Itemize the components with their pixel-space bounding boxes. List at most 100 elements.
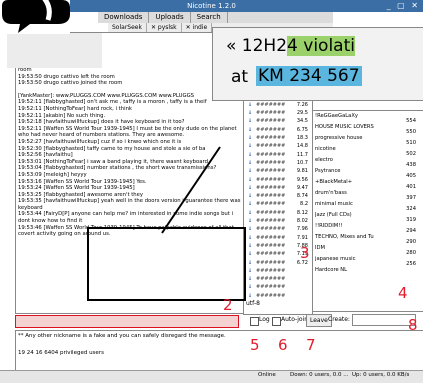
user-name: ####### [256, 168, 286, 175]
user-files: 18.3 [296, 135, 308, 142]
room-row[interactable]: minimal music324 [313, 199, 423, 212]
room-row[interactable]: HOUSE MUSIC LOVERS550 [313, 122, 423, 135]
main-tabs: Downloads Uploads Search [98, 12, 333, 23]
user-row[interactable]: ↓ ####### 10.7 [244, 159, 312, 167]
autojoin-checkbox[interactable] [272, 317, 281, 326]
overlay-line1-highlight: 4 violati [287, 36, 355, 56]
user-name: ####### [256, 251, 286, 258]
user-name: ####### [256, 201, 286, 208]
chat-input[interactable] [15, 315, 239, 328]
user-name: ####### [256, 209, 286, 216]
room-row[interactable]: +BlackMetal+401 [313, 177, 423, 190]
log-checkbox[interactable] [250, 317, 259, 326]
create-room-input[interactable] [352, 314, 416, 326]
user-files: 8.2 [300, 201, 308, 208]
user-row[interactable]: ↓ ####### 8.2 [244, 200, 312, 208]
user-files: 9.47 [296, 184, 308, 191]
highlight-box [87, 227, 246, 301]
room-list[interactable]: !ReGGaeGaLaXy554 HOUSE MUSIC LOVERS550 pro… [312, 110, 423, 312]
download-arrow-icon: ↓ [247, 143, 253, 150]
user-row[interactable]: ↓ ####### 6.75 [244, 126, 312, 134]
user-files: 9.56 [296, 176, 308, 183]
download-arrow-icon: ↓ [247, 151, 253, 158]
download-arrow-icon: ↓ [247, 101, 253, 108]
window-controls[interactable]: _ ▢ ✕ [387, 1, 420, 10]
room-row[interactable]: progressive house510 [313, 133, 423, 146]
user-row[interactable]: ↓ ####### 7.26 [244, 101, 312, 109]
room-name: IDM [315, 245, 326, 251]
marker-3: 3 [300, 244, 310, 262]
overlay-line2-highlight: KM 234 567 [256, 66, 362, 86]
log-line: 19 24 16 6404 privileged users [18, 350, 104, 356]
user-row[interactable]: ↓####### [244, 267, 312, 275]
room-name: !ReGGaeGaLaXy [315, 113, 358, 119]
chat-line: 19:52:18 [havfaithuwillfuckup] does it h… [18, 119, 185, 126]
user-name: ####### [256, 126, 286, 133]
user-row[interactable]: ↓ ####### 9.81 [244, 167, 312, 175]
user-name: ####### [256, 143, 286, 150]
download-arrow-icon: ↓ [247, 209, 253, 216]
room-row[interactable]: japanese music256 [313, 254, 423, 267]
user-name: ####### [256, 193, 286, 200]
room-name: japanese music [315, 256, 356, 262]
room-name: nicotine [315, 146, 336, 152]
user-name: ####### [256, 110, 286, 117]
user-files: 10.7 [296, 159, 308, 166]
user-name: ####### [256, 276, 286, 283]
user-name: ####### [256, 292, 286, 299]
user-row[interactable]: ↓ ####### 14.8 [244, 142, 312, 150]
marker-6: 6 [278, 336, 288, 354]
user-list[interactable]: ↓#######7,7K↓#######↓#######18.8↓#######… [243, 75, 313, 315]
user-row[interactable]: ↓ ####### 18.3 [244, 134, 312, 142]
room-row[interactable]: !!RIDDIM!!294 [313, 221, 423, 234]
download-arrow-icon: ↓ [247, 110, 253, 117]
tab-uploads[interactable]: Uploads [149, 12, 191, 23]
room-row[interactable]: IDM280 [313, 243, 423, 256]
tab-search[interactable]: Search [191, 12, 228, 23]
room-row[interactable]: nicotine502 [313, 144, 423, 157]
user-name: ####### [256, 184, 286, 191]
user-files: 8.12 [296, 209, 308, 216]
user-row[interactable]: ↓ ####### 7.96 [244, 225, 312, 233]
room-row[interactable]: Jazz (Full CDs)319 [313, 210, 423, 223]
user-row[interactable]: ↓ ####### 8.74 [244, 192, 312, 200]
user-row[interactable]: ↓####### [244, 275, 312, 283]
user-files: 14.8 [296, 143, 308, 150]
user-name: ####### [256, 259, 286, 266]
user-name: ####### [256, 176, 286, 183]
room-name: !!RIDDIM!! [315, 223, 343, 229]
user-row[interactable]: ↓ ####### 8.12 [244, 209, 312, 217]
room-row[interactable]: electro438 [313, 155, 423, 168]
user-files: 8.02 [296, 218, 308, 225]
user-row[interactable]: ↓####### [244, 283, 312, 291]
user-row[interactable]: ↓ ####### 11.7 [244, 151, 312, 159]
user-row[interactable]: ↓ ####### 9.56 [244, 176, 312, 184]
user-row[interactable]: ↓####### [244, 292, 312, 300]
user-row[interactable]: ↓ ####### 7.91 [244, 234, 312, 242]
user-files: 9.81 [296, 168, 308, 175]
room-name: progressive house [315, 135, 363, 141]
user-files: 7.26 [296, 101, 308, 108]
speech-bubble-icon [0, 0, 70, 34]
encoding-selector[interactable]: utf-8 [246, 300, 260, 307]
pointer-line [161, 146, 221, 234]
download-arrow-icon: ↓ [247, 184, 253, 191]
room-row[interactable]: TECHNO, Mixes and Tu290 [313, 232, 423, 245]
create-label: Create: [328, 316, 350, 323]
user-row[interactable]: ↓ ####### 9.47 [244, 184, 312, 192]
user-name: ####### [256, 135, 286, 142]
user-row[interactable]: ↓ ####### 8.02 [244, 217, 312, 225]
user-row[interactable]: ↓ ####### 29.5 [244, 109, 312, 117]
user-row[interactable]: ↓ ####### 34.5 [244, 117, 312, 125]
room-row[interactable]: Psytrance405 [313, 166, 423, 179]
user-files: 7.96 [296, 226, 308, 233]
room-row[interactable]: !ReGGaeGaLaXy554 [313, 111, 423, 124]
overlay-line2-prefix: at [231, 67, 249, 87]
room-row[interactable]: drum'n'bass397 [313, 188, 423, 201]
room-name: +BlackMetal+ [315, 179, 353, 185]
user-name: ####### [256, 159, 286, 166]
tab-downloads[interactable]: Downloads [98, 12, 150, 23]
user-files: 8.74 [296, 193, 308, 200]
room-name: drum'n'bass [315, 190, 347, 196]
room-row[interactable]: Hardcore NL [313, 265, 423, 276]
